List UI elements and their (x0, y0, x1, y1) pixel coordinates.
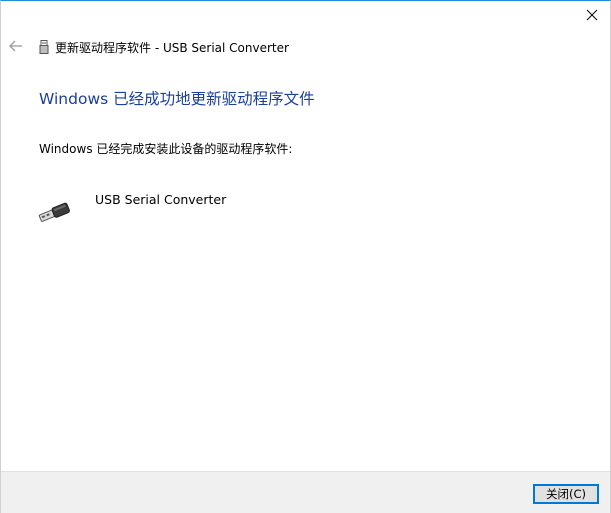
device-name: USB Serial Converter (95, 192, 227, 207)
breadcrumb-title: 更新驱动程序软件 - USB Serial Converter (55, 40, 289, 55)
usb-connector-icon (38, 202, 70, 222)
status-message: Windows 已经完成安装此设备的驱动程序软件: (39, 142, 293, 156)
page-title: Windows 已经成功地更新驱动程序文件 (39, 90, 315, 108)
breadcrumb: 更新驱动程序软件 - USB Serial Converter (39, 39, 289, 55)
close-button[interactable]: 关闭(C) (533, 484, 599, 504)
close-icon[interactable] (584, 7, 600, 23)
usb-device-icon (39, 40, 49, 54)
back-arrow-icon[interactable] (9, 39, 23, 53)
driver-update-dialog: 更新驱动程序软件 - USB Serial Converter Windows … (0, 0, 611, 513)
dialog-footer: 关闭(C) (1, 471, 610, 513)
